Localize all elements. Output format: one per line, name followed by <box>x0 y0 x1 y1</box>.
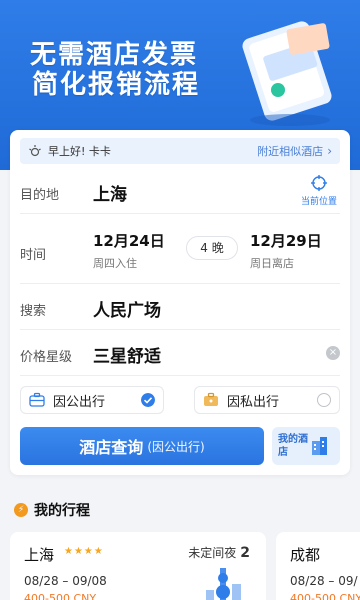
my-trips-heading: ⚡ 我的行程 <box>14 500 90 520</box>
hotel-search-button[interactable]: 酒店查询 (因公出行) <box>20 427 264 465</box>
checkin-date-value: 12月24日 <box>93 232 165 250</box>
trip-city: 上海 <box>24 546 55 564</box>
destination-row[interactable]: 目的地 上海 当前位置 <box>20 170 340 214</box>
trip-stars: ★★★★ <box>64 546 104 557</box>
current-location-label: 当前位置 <box>300 197 337 207</box>
nearby-hotels-label: 附近相似酒店 <box>257 145 324 158</box>
trip-status-count: 2 <box>240 545 250 561</box>
destination-value[interactable]: 上海 <box>93 180 127 205</box>
business-trip-option[interactable]: 因公出行 <box>20 386 164 414</box>
crosshair-icon <box>311 175 327 191</box>
greeting-bar: 早上好! 卡卡 附近相似酒店 › <box>20 138 340 164</box>
checkout-date-sub: 周日离店 <box>250 257 294 270</box>
greeting-text: 早上好! 卡卡 <box>48 145 111 158</box>
checkout-date[interactable]: 12月29日 周日离店 <box>250 230 322 271</box>
checkmark-icon <box>141 393 155 407</box>
trip-status: 未定间夜 2 <box>188 544 250 561</box>
clear-icon[interactable]: × <box>326 346 340 360</box>
business-trip-label: 因公出行 <box>53 394 106 410</box>
hotel-search-card: 早上好! 卡卡 附近相似酒店 › 目的地 上海 当前位置 时间 12月24日 周… <box>10 130 350 475</box>
banner-title-line2: 简化报销流程 <box>32 70 201 100</box>
private-trip-option[interactable]: 因私出行 <box>194 386 340 414</box>
checkin-date[interactable]: 12月24日 周四入住 <box>93 230 165 271</box>
current-location-button[interactable]: 当前位置 <box>298 174 340 207</box>
trip-price: 400-500 CNY <box>24 592 97 600</box>
trip-price: 400-500 CNY <box>290 592 360 600</box>
trip-card[interactable]: 成都 08/28 – 09/ 400-500 CNY <box>276 532 360 600</box>
keyword-row[interactable]: 搜索 人民广场 <box>20 284 340 330</box>
checkin-date-sub: 周四入住 <box>93 257 137 270</box>
my-hotel-label: 我的酒店 <box>278 434 308 458</box>
search-label: 搜索 <box>20 304 47 319</box>
briefcase-icon <box>29 392 45 407</box>
private-trip-label: 因私出行 <box>227 394 280 410</box>
search-button-label: 酒店查询 <box>79 438 144 457</box>
price-star-value[interactable]: 三星舒适 <box>93 342 161 367</box>
lightning-icon: ⚡ <box>14 503 28 517</box>
my-hotel-button[interactable]: 我的酒店 <box>272 427 340 465</box>
date-row[interactable]: 时间 12月24日 周四入住 4 晚 12月29日 周日离店 <box>20 214 340 284</box>
checkout-date-value: 12月29日 <box>250 232 322 250</box>
trip-city: 成都 <box>290 546 321 564</box>
trip-dates: 08/28 – 09/ <box>290 574 358 588</box>
sun-icon <box>29 145 41 157</box>
trip-card[interactable]: 上海 ★★★★ 未定间夜 2 08/28 – 09/08 400-500 CNY <box>10 532 266 600</box>
price-star-row[interactable]: 价格星级 三星舒适 × <box>20 330 340 376</box>
price-star-label: 价格星级 <box>20 350 73 365</box>
building-icon <box>312 437 327 455</box>
phone-illustration <box>242 21 332 126</box>
nights-badge: 4 晚 <box>186 236 238 260</box>
time-label: 时间 <box>20 248 47 263</box>
trip-dates: 08/28 – 09/08 <box>24 574 107 588</box>
my-trips-title: 我的行程 <box>34 503 90 519</box>
radio-unchecked-icon <box>317 393 331 407</box>
chevron-right-icon: › <box>327 144 332 158</box>
search-keyword-value[interactable]: 人民广场 <box>93 296 161 321</box>
destination-label: 目的地 <box>20 188 60 203</box>
suitcase-icon <box>204 392 218 406</box>
city-skyline-icon <box>206 568 241 600</box>
search-button-sublabel: (因公出行) <box>147 439 205 454</box>
trip-status-label: 未定间夜 <box>188 546 237 560</box>
nearby-hotels-link[interactable]: 附近相似酒店 › <box>257 143 332 159</box>
